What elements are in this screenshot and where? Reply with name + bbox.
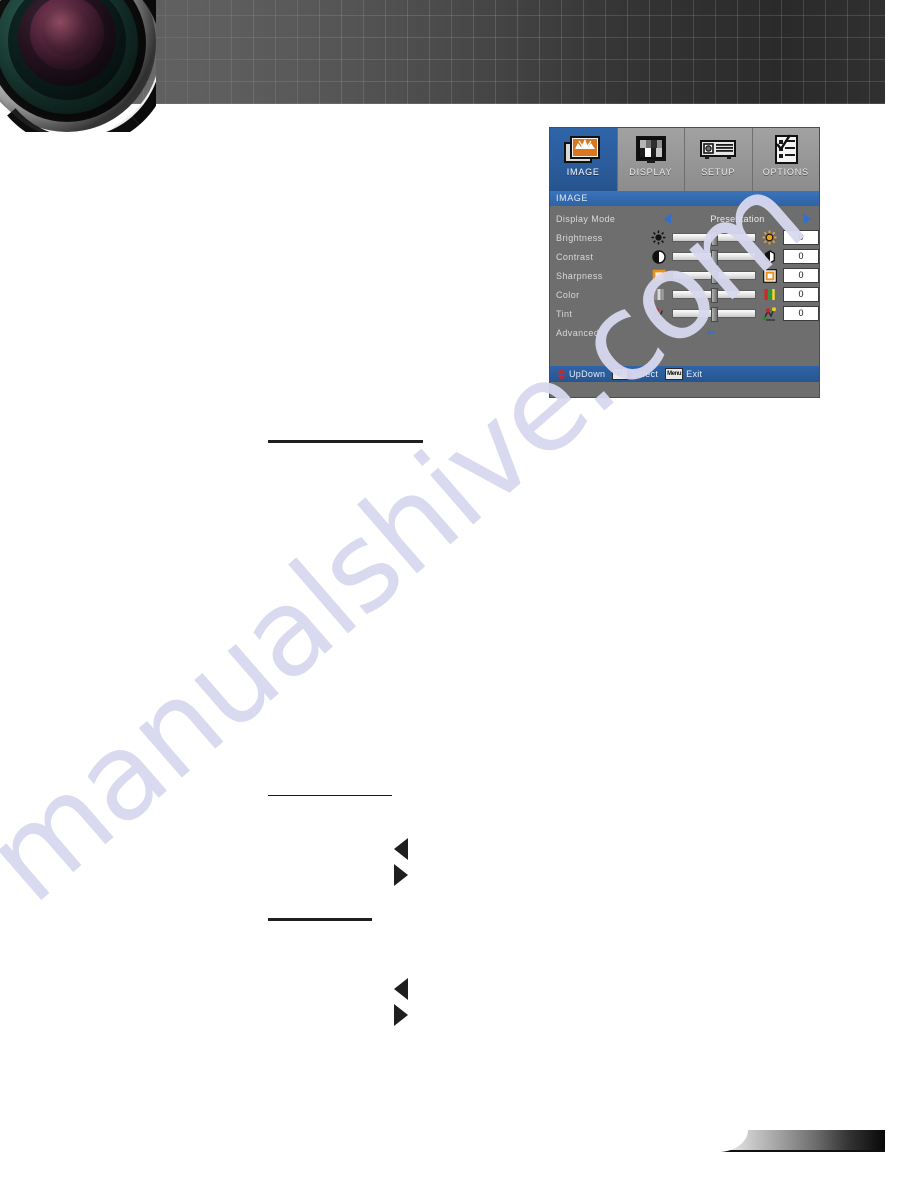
page-footer-bar: [718, 1130, 885, 1152]
osd-row-color[interactable]: Color 0: [550, 285, 819, 304]
left-arrow-icon[interactable]: [664, 213, 671, 224]
advanced-label: Advanced: [556, 327, 600, 338]
osd-row-sharpness[interactable]: Sharpness 0: [550, 266, 819, 285]
osd-row-brightness[interactable]: Brightness 0: [550, 228, 819, 247]
display-mode-value: Presentation: [710, 213, 765, 224]
osd-title: IMAGE: [550, 191, 819, 206]
contrast-slider[interactable]: [672, 250, 756, 265]
tab-options-label: OPTIONS: [762, 167, 809, 177]
banner-grid-fade: [33, 0, 885, 104]
contrast-label: Contrast: [556, 251, 594, 262]
sharpness-label: Sharpness: [556, 270, 603, 281]
contrast-value[interactable]: 0: [783, 249, 819, 264]
brightness-low-icon: [650, 230, 667, 245]
osd-footer-bar: UpDown ↵ Select Menu Exit: [550, 366, 819, 382]
color-high-icon: [761, 287, 778, 302]
footer-exit-label: Exit: [686, 369, 703, 379]
nav-left-arrow-2: [394, 978, 408, 1000]
display-tab-icon: [631, 132, 671, 166]
color-slider-thumb[interactable]: [711, 288, 718, 303]
color-low-icon: [650, 287, 667, 302]
osd-row-display-mode[interactable]: Display Mode Presentation: [550, 209, 819, 228]
footer-updown-label: UpDown: [569, 369, 606, 379]
color-value[interactable]: 0: [783, 287, 819, 302]
brightness-value[interactable]: 0: [783, 230, 819, 245]
image-tab-icon: [563, 132, 603, 166]
advanced-enter-icon[interactable]: ↵: [664, 327, 819, 338]
contrast-slider-thumb[interactable]: [711, 250, 718, 265]
tint-low-icon: [650, 306, 667, 321]
section-rule-2: [268, 795, 392, 796]
sharpness-low-icon: [650, 268, 667, 283]
brightness-label: Brightness: [556, 232, 603, 243]
updown-key-icon: [557, 368, 566, 380]
tab-display-label: DISPLAY: [629, 167, 673, 177]
sharpness-slider[interactable]: [672, 269, 756, 284]
display-mode-label: Display Mode: [556, 213, 616, 224]
footer-exit[interactable]: Menu Exit: [658, 368, 702, 380]
tint-slider-thumb[interactable]: [711, 307, 718, 322]
tab-setup[interactable]: SETUP: [685, 128, 753, 191]
tab-setup-label: SETUP: [701, 167, 736, 177]
nav-right-arrow-2: [394, 1004, 408, 1026]
osd-menu: IMAGE DISPLAY SETUP OPTIONS IMAGE Displa…: [549, 127, 820, 398]
brightness-high-icon: [761, 230, 778, 245]
projector-lens-photo: [0, 0, 156, 132]
footer-select-label: Select: [631, 369, 659, 379]
color-label: Color: [556, 289, 580, 300]
contrast-high-icon: [761, 249, 778, 264]
tint-value[interactable]: 0: [783, 306, 819, 321]
nav-right-arrow-1: [394, 864, 408, 886]
header-banner: [33, 0, 885, 104]
tab-image[interactable]: IMAGE: [550, 128, 618, 191]
tab-options[interactable]: OPTIONS: [752, 128, 819, 191]
lens-highlight: [0, 0, 156, 132]
footer-updown[interactable]: UpDown: [550, 368, 606, 380]
sharpness-high-icon: [761, 268, 778, 283]
menu-key-icon: Menu: [665, 368, 684, 380]
nav-left-arrow-1: [394, 838, 408, 860]
color-slider[interactable]: [672, 288, 756, 303]
options-tab-icon: [766, 132, 806, 166]
contrast-low-icon: [650, 249, 667, 264]
brightness-slider[interactable]: [672, 231, 756, 246]
setup-tab-icon: [698, 132, 738, 166]
section-rule-1: [268, 440, 423, 443]
osd-row-advanced[interactable]: Advanced ↵: [550, 323, 819, 342]
enter-key-icon: ↵: [612, 368, 629, 380]
tab-display[interactable]: DISPLAY: [617, 128, 685, 191]
sharpness-value[interactable]: 0: [783, 268, 819, 283]
osd-tab-bar: IMAGE DISPLAY SETUP OPTIONS: [550, 128, 819, 191]
tint-high-icon: [761, 306, 778, 321]
footer-select[interactable]: ↵ Select: [605, 368, 658, 380]
osd-row-contrast[interactable]: Contrast 0: [550, 247, 819, 266]
brightness-slider-thumb[interactable]: [711, 231, 718, 246]
osd-row-tint[interactable]: Tint 0: [550, 304, 819, 323]
osd-body: Display Mode Presentation Brightness 0 C…: [550, 206, 819, 382]
tint-slider[interactable]: [672, 307, 756, 322]
tint-label: Tint: [556, 308, 573, 319]
sharpness-slider-thumb[interactable]: [711, 269, 718, 284]
tab-image-label: IMAGE: [566, 167, 600, 177]
right-arrow-icon[interactable]: [804, 213, 811, 224]
section-rule-3: [268, 918, 372, 921]
